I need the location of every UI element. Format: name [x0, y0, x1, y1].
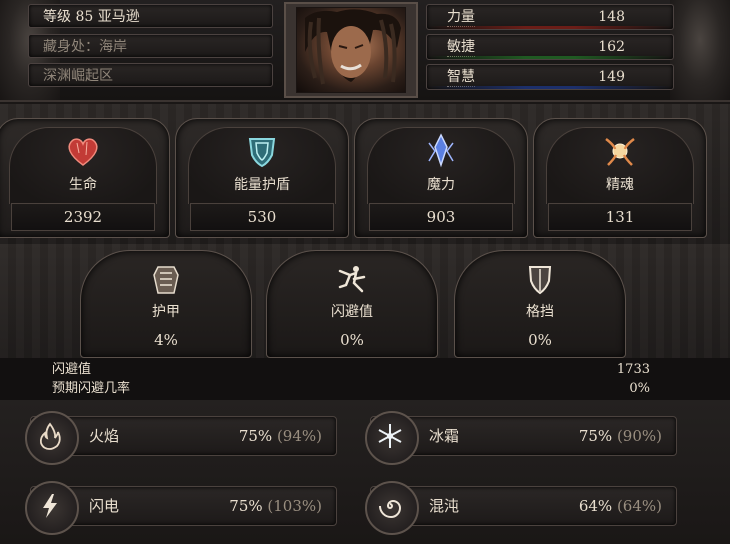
- resistance-max: (103%): [267, 497, 322, 515]
- defense-value: 0%: [528, 331, 552, 349]
- block-shield-icon: [528, 266, 552, 295]
- league-text: 深渊崛起区: [43, 68, 113, 84]
- hideout-text: 藏身处：海岸: [43, 39, 127, 55]
- resistance-lightning[interactable]: 闪电 75% (103%): [25, 481, 337, 535]
- resistance-name: 混沌: [429, 497, 460, 515]
- resistance-value-group: 75% (94%): [239, 417, 322, 455]
- defense-label: 闪避值: [331, 304, 373, 320]
- level-class-text: 等级 85 亚马逊: [43, 9, 140, 25]
- resistance-chaos[interactable]: 混沌 64% (64%): [365, 481, 677, 535]
- evasion-rating-line: 闪避值 1733: [40, 361, 660, 379]
- detail-key: 闪避值: [52, 362, 92, 377]
- attribute-name: 智慧: [447, 69, 475, 87]
- defense-armour-card[interactable]: 护甲 4%: [80, 250, 252, 358]
- resistance-fire[interactable]: 火焰 75% (94%): [25, 411, 337, 465]
- chaos-spiral-icon: [379, 499, 402, 519]
- fire-icon-badge: [25, 411, 79, 465]
- chaos-icon-badge: [365, 481, 419, 535]
- detail-value: 0%: [629, 381, 650, 396]
- resource-value: 2392: [11, 203, 155, 231]
- detail-key: 预期闪避几率: [52, 381, 131, 396]
- hideout-row[interactable]: 藏身处：海岸: [28, 34, 273, 58]
- attribute-strength[interactable]: 力量 148: [426, 4, 674, 30]
- dexterity-bar: [427, 56, 673, 59]
- lightning-icon: [43, 494, 57, 518]
- resistance-value-group: 75% (103%): [229, 487, 322, 525]
- evade-chance-line: 预期闪避几率 0%: [40, 380, 660, 398]
- mana-crystal-icon: [428, 133, 454, 168]
- resource-value: 530: [190, 203, 334, 231]
- resource-label: 精魂: [606, 177, 634, 193]
- spirit-orb-icon: [605, 138, 635, 166]
- resource-value: 131: [548, 203, 692, 231]
- defense-label: 格挡: [526, 304, 554, 320]
- resistance-value-group: 75% (90%): [579, 417, 662, 455]
- defense-evasion-card[interactable]: 闪避值 0%: [266, 250, 438, 358]
- defense-value: 0%: [340, 331, 364, 349]
- detail-value: 1733: [616, 362, 650, 377]
- resource-value: 903: [369, 203, 513, 231]
- league-row: 深渊崛起区: [28, 63, 273, 87]
- heart-icon: [68, 138, 98, 166]
- fire-icon: [39, 422, 61, 450]
- attribute-dexterity[interactable]: 敏捷 162: [426, 34, 674, 60]
- energy-shield-icon: [248, 138, 276, 168]
- evasion-icon: [338, 266, 366, 293]
- resource-label: 能量护盾: [234, 177, 290, 193]
- defense-value: 4%: [154, 331, 178, 349]
- resistance-value: 75%: [238, 427, 273, 445]
- strength-bar: [427, 26, 673, 29]
- defense-label: 护甲: [152, 304, 180, 320]
- resource-energy-shield-card[interactable]: 能量护盾 530: [175, 118, 349, 238]
- resistance-cold[interactable]: 冰霜 75% (90%): [365, 411, 677, 465]
- resistance-value-group: 64% (64%): [579, 487, 662, 525]
- attribute-intelligence[interactable]: 智慧 149: [426, 64, 674, 90]
- character-portrait: [296, 7, 406, 93]
- resistance-name: 闪电: [89, 497, 120, 515]
- resistance-value: 75%: [229, 497, 263, 515]
- attribute-name: 力量: [447, 9, 475, 27]
- level-class-row: 等级 85 亚马逊: [28, 4, 273, 28]
- resistance-value: 75%: [578, 427, 613, 445]
- cold-icon-badge: [365, 411, 419, 465]
- lightning-icon-badge: [25, 481, 79, 535]
- intelligence-bar: [427, 86, 673, 89]
- armour-icon: [153, 266, 179, 294]
- resource-mana-card[interactable]: 魔力 903: [354, 118, 528, 238]
- resource-spirit-card[interactable]: 精魂 131: [533, 118, 707, 238]
- resource-label: 魔力: [427, 177, 455, 193]
- resource-label: 生命: [69, 177, 97, 193]
- resistance-name: 冰霜: [429, 427, 460, 445]
- resistance-name: 火焰: [89, 427, 120, 445]
- resistance-max: (94%): [276, 427, 322, 445]
- resistance-value: 64%: [578, 497, 613, 515]
- defense-block-card[interactable]: 格挡 0%: [454, 250, 626, 358]
- statue-decoration-right: [670, 0, 730, 100]
- resistance-max: (90%): [616, 427, 662, 445]
- resource-life-card[interactable]: 生命 2392: [0, 118, 170, 238]
- resistance-max: (64%): [616, 497, 662, 515]
- snowflake-icon: [378, 424, 402, 448]
- attribute-name: 敏捷: [447, 39, 475, 57]
